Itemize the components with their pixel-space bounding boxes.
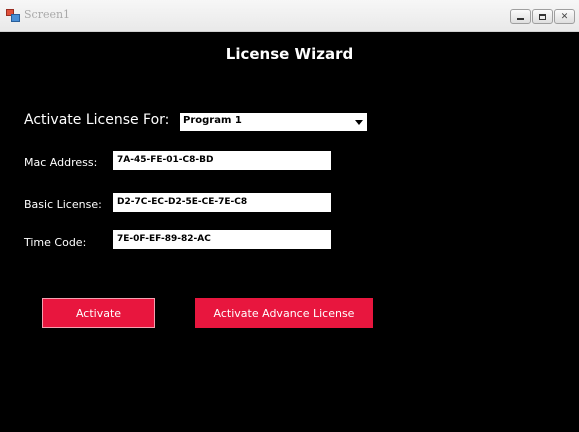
activate-advance-license-button[interactable]: Activate Advance License: [195, 298, 373, 328]
maximize-button[interactable]: [532, 9, 553, 24]
mac-address-field[interactable]: 7A-45-FE-01-C8-BD: [113, 151, 331, 170]
page-title: License Wizard: [225, 45, 354, 63]
program-select[interactable]: Program 1: [180, 113, 367, 131]
maximize-icon: [539, 13, 546, 20]
close-icon: ✕: [560, 11, 569, 22]
time-code-label: Time Code:: [24, 236, 87, 249]
mac-address-label: Mac Address:: [24, 156, 98, 169]
title-bar[interactable]: Screen1 ✕: [0, 0, 579, 32]
minimize-icon: [517, 18, 524, 20]
chevron-down-icon[interactable]: [355, 120, 363, 125]
license-window: Screen1 ✕ License Wizard Activate Licens…: [0, 0, 579, 432]
activate-button-label: Activate: [75, 306, 122, 320]
activate-license-for-label: Activate License For:: [24, 112, 170, 128]
window-title: Screen1: [24, 8, 71, 21]
minimize-button[interactable]: [510, 9, 531, 24]
time-code-field[interactable]: 7E-0F-EF-89-82-AC: [113, 230, 331, 249]
close-button[interactable]: ✕: [554, 9, 575, 24]
basic-license-label: Basic License:: [24, 198, 102, 211]
app-icon: [6, 9, 20, 22]
activate-advance-license-label: Activate Advance License: [213, 306, 355, 320]
basic-license-field[interactable]: D2-7C-EC-D2-5E-CE-7E-C8: [113, 193, 331, 212]
activate-button[interactable]: Activate: [42, 298, 155, 328]
program-select-value: Program 1: [183, 115, 242, 126]
